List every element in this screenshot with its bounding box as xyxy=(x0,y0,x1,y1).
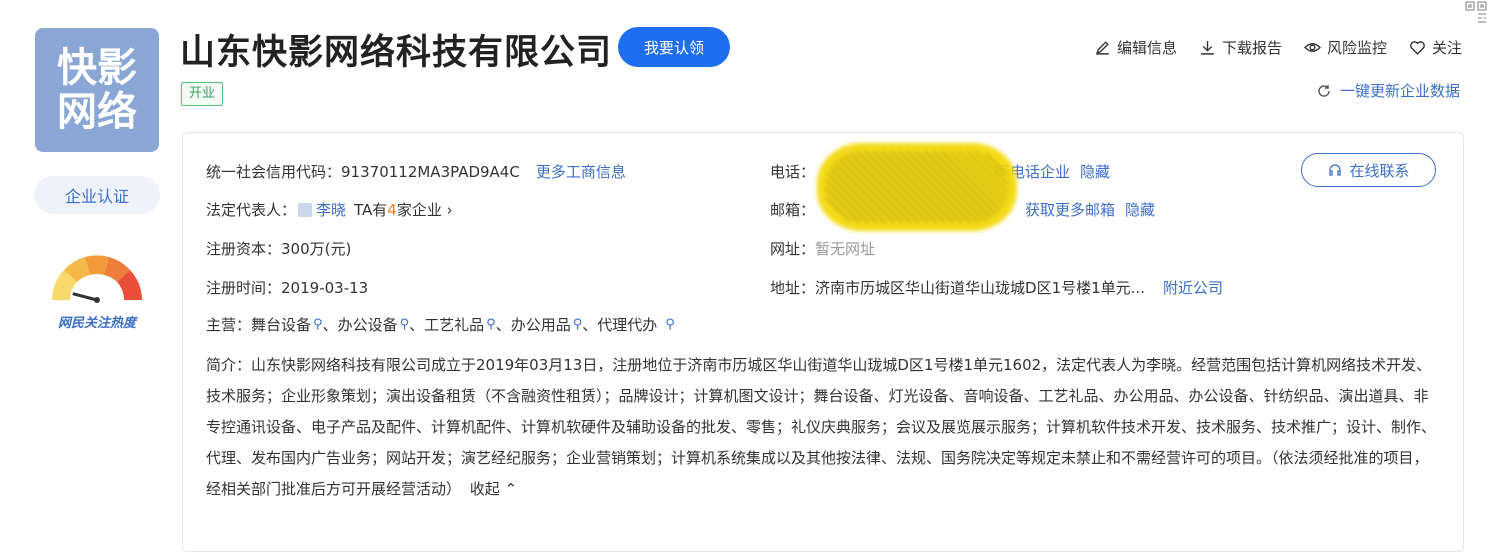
qr-code-icon[interactable] xyxy=(1464,0,1488,24)
follow-button[interactable]: 关注 xyxy=(1409,37,1462,58)
credit-code-row: 统一社会信用代码： 91370112MA3PAD9A4C 更多工商信息 xyxy=(206,161,626,182)
more-biz-info-link[interactable]: 更多工商信息 xyxy=(536,161,626,182)
phone-label: 电话： xyxy=(770,163,816,181)
search-icon[interactable]: ⚲ xyxy=(400,317,410,332)
download-icon xyxy=(1201,41,1214,55)
download-report-button[interactable]: 下载报告 xyxy=(1199,37,1282,58)
heart-icon xyxy=(1410,41,1425,55)
risk-monitor-button[interactable]: 风险监控 xyxy=(1304,37,1387,58)
main-business-row: 主营： 舞台设备 ⚲、 办公设备 ⚲、 工艺礼品 ⚲、 办公用品 ⚲、 代理代办 ⚲ xyxy=(206,314,675,335)
legal-rep-row: 法定代表人： 李晓 TA有4家企业 › xyxy=(206,199,453,220)
heat-label: 网民关注热度 xyxy=(57,316,136,331)
search-icon[interactable]: ⚲ xyxy=(313,317,323,332)
address-label: 地址： xyxy=(770,279,816,297)
ta-prefix: TA有 xyxy=(354,201,388,219)
address-row: 地址： 济南市历城区华山街道华山珑城D区1号楼1单元... 附近公司 xyxy=(770,277,1223,298)
search-icon[interactable]: ⚲ xyxy=(573,317,583,332)
edit-icon xyxy=(1096,41,1109,55)
logo-line-1: 快影 xyxy=(57,45,137,91)
nearby-companies-link[interactable]: 附近公司 xyxy=(1163,277,1223,298)
company-name: 山东快影网络科技有限公司 xyxy=(180,33,613,73)
more-email-link[interactable]: 获取更多邮箱 xyxy=(1025,199,1115,220)
main-item[interactable]: 舞台设备 xyxy=(251,314,311,335)
update-data-link[interactable]: 一键更新企业数据 xyxy=(1316,80,1460,101)
refresh-icon xyxy=(1318,84,1330,97)
legal-rep-link[interactable]: 李晓 xyxy=(316,199,346,220)
credit-code-value: 91370112MA3PAD9A4C xyxy=(341,162,520,181)
main-business-label: 主营： xyxy=(206,316,252,334)
ta-companies-link[interactable]: TA有4家企业 › xyxy=(354,199,453,220)
intro-text: 简介：山东快影网络科技有限公司成立于2019年03月13日，注册地位于济南市历城… xyxy=(206,356,1437,498)
eye-icon xyxy=(1304,43,1321,52)
reg-time-label: 注册时间： xyxy=(206,279,282,297)
risk-monitor-label: 风险监控 xyxy=(1326,39,1387,57)
online-contact-label: 在线联系 xyxy=(1349,161,1410,180)
address-value: 济南市历城区华山街道华山珑城D区1号楼1单元... xyxy=(815,279,1145,297)
ta-suffix: 家企业 › xyxy=(396,201,453,219)
main-item[interactable]: 代理代办 xyxy=(597,314,657,335)
email-label: 邮箱： xyxy=(770,201,816,219)
edit-info-button[interactable]: 编辑信息 xyxy=(1094,37,1177,58)
main-item[interactable]: 办公用品 xyxy=(511,314,571,335)
person-avatar-icon xyxy=(298,202,313,217)
follow-label: 关注 xyxy=(1431,39,1462,57)
reg-capital-row: 注册资本： 300万(元) xyxy=(206,238,351,259)
reg-capital-value: 300万(元) xyxy=(281,240,352,258)
website-row: 网址： 暂无网址 xyxy=(770,238,875,259)
online-contact-button[interactable]: 在线联系 xyxy=(1301,153,1436,187)
claim-button[interactable]: 我要认领 xyxy=(618,27,730,67)
edit-info-label: 编辑信息 xyxy=(1116,39,1177,57)
company-intro: 简介：山东快影网络科技有限公司成立于2019年03月13日，注册地位于济南市历城… xyxy=(206,350,1436,505)
search-icon[interactable]: ⚲ xyxy=(486,317,496,332)
collapse-link[interactable]: 收起 ⌃ xyxy=(470,480,517,498)
enterprise-cert-button[interactable]: 企业认证 xyxy=(34,176,160,214)
update-data-label: 一键更新企业数据 xyxy=(1339,82,1460,100)
website-label: 网址： xyxy=(770,240,816,258)
email-hide-link[interactable]: 隐藏 xyxy=(1125,199,1155,220)
ta-count: 4 xyxy=(387,201,397,219)
status-badge: 开业 xyxy=(181,82,224,106)
search-icon[interactable]: ⚲ xyxy=(665,317,675,332)
legal-rep-label: 法定代表人： xyxy=(206,201,297,219)
phone-hide-link[interactable]: 隐藏 xyxy=(1080,161,1110,182)
main-item[interactable]: 办公设备 xyxy=(338,314,398,335)
company-logo: 快影 网络 xyxy=(35,28,159,152)
headset-icon xyxy=(1329,164,1342,176)
reg-capital-label: 注册资本： xyxy=(206,240,282,258)
logo-line-2: 网络 xyxy=(57,89,137,135)
download-report-label: 下载报告 xyxy=(1221,39,1282,57)
redacted-contact-blur xyxy=(817,143,1017,231)
action-bar: 编辑信息 下载报告 风险监控 关注 xyxy=(1094,37,1462,58)
main-item[interactable]: 工艺礼品 xyxy=(424,314,484,335)
heat-gauge-icon xyxy=(52,255,142,303)
credit-code-label: 统一社会信用代码： xyxy=(206,163,342,181)
reg-time-row: 注册时间： 2019-03-13 xyxy=(206,277,368,298)
website-value: 暂无网址 xyxy=(815,240,876,258)
reg-time-value: 2019-03-13 xyxy=(281,278,369,297)
